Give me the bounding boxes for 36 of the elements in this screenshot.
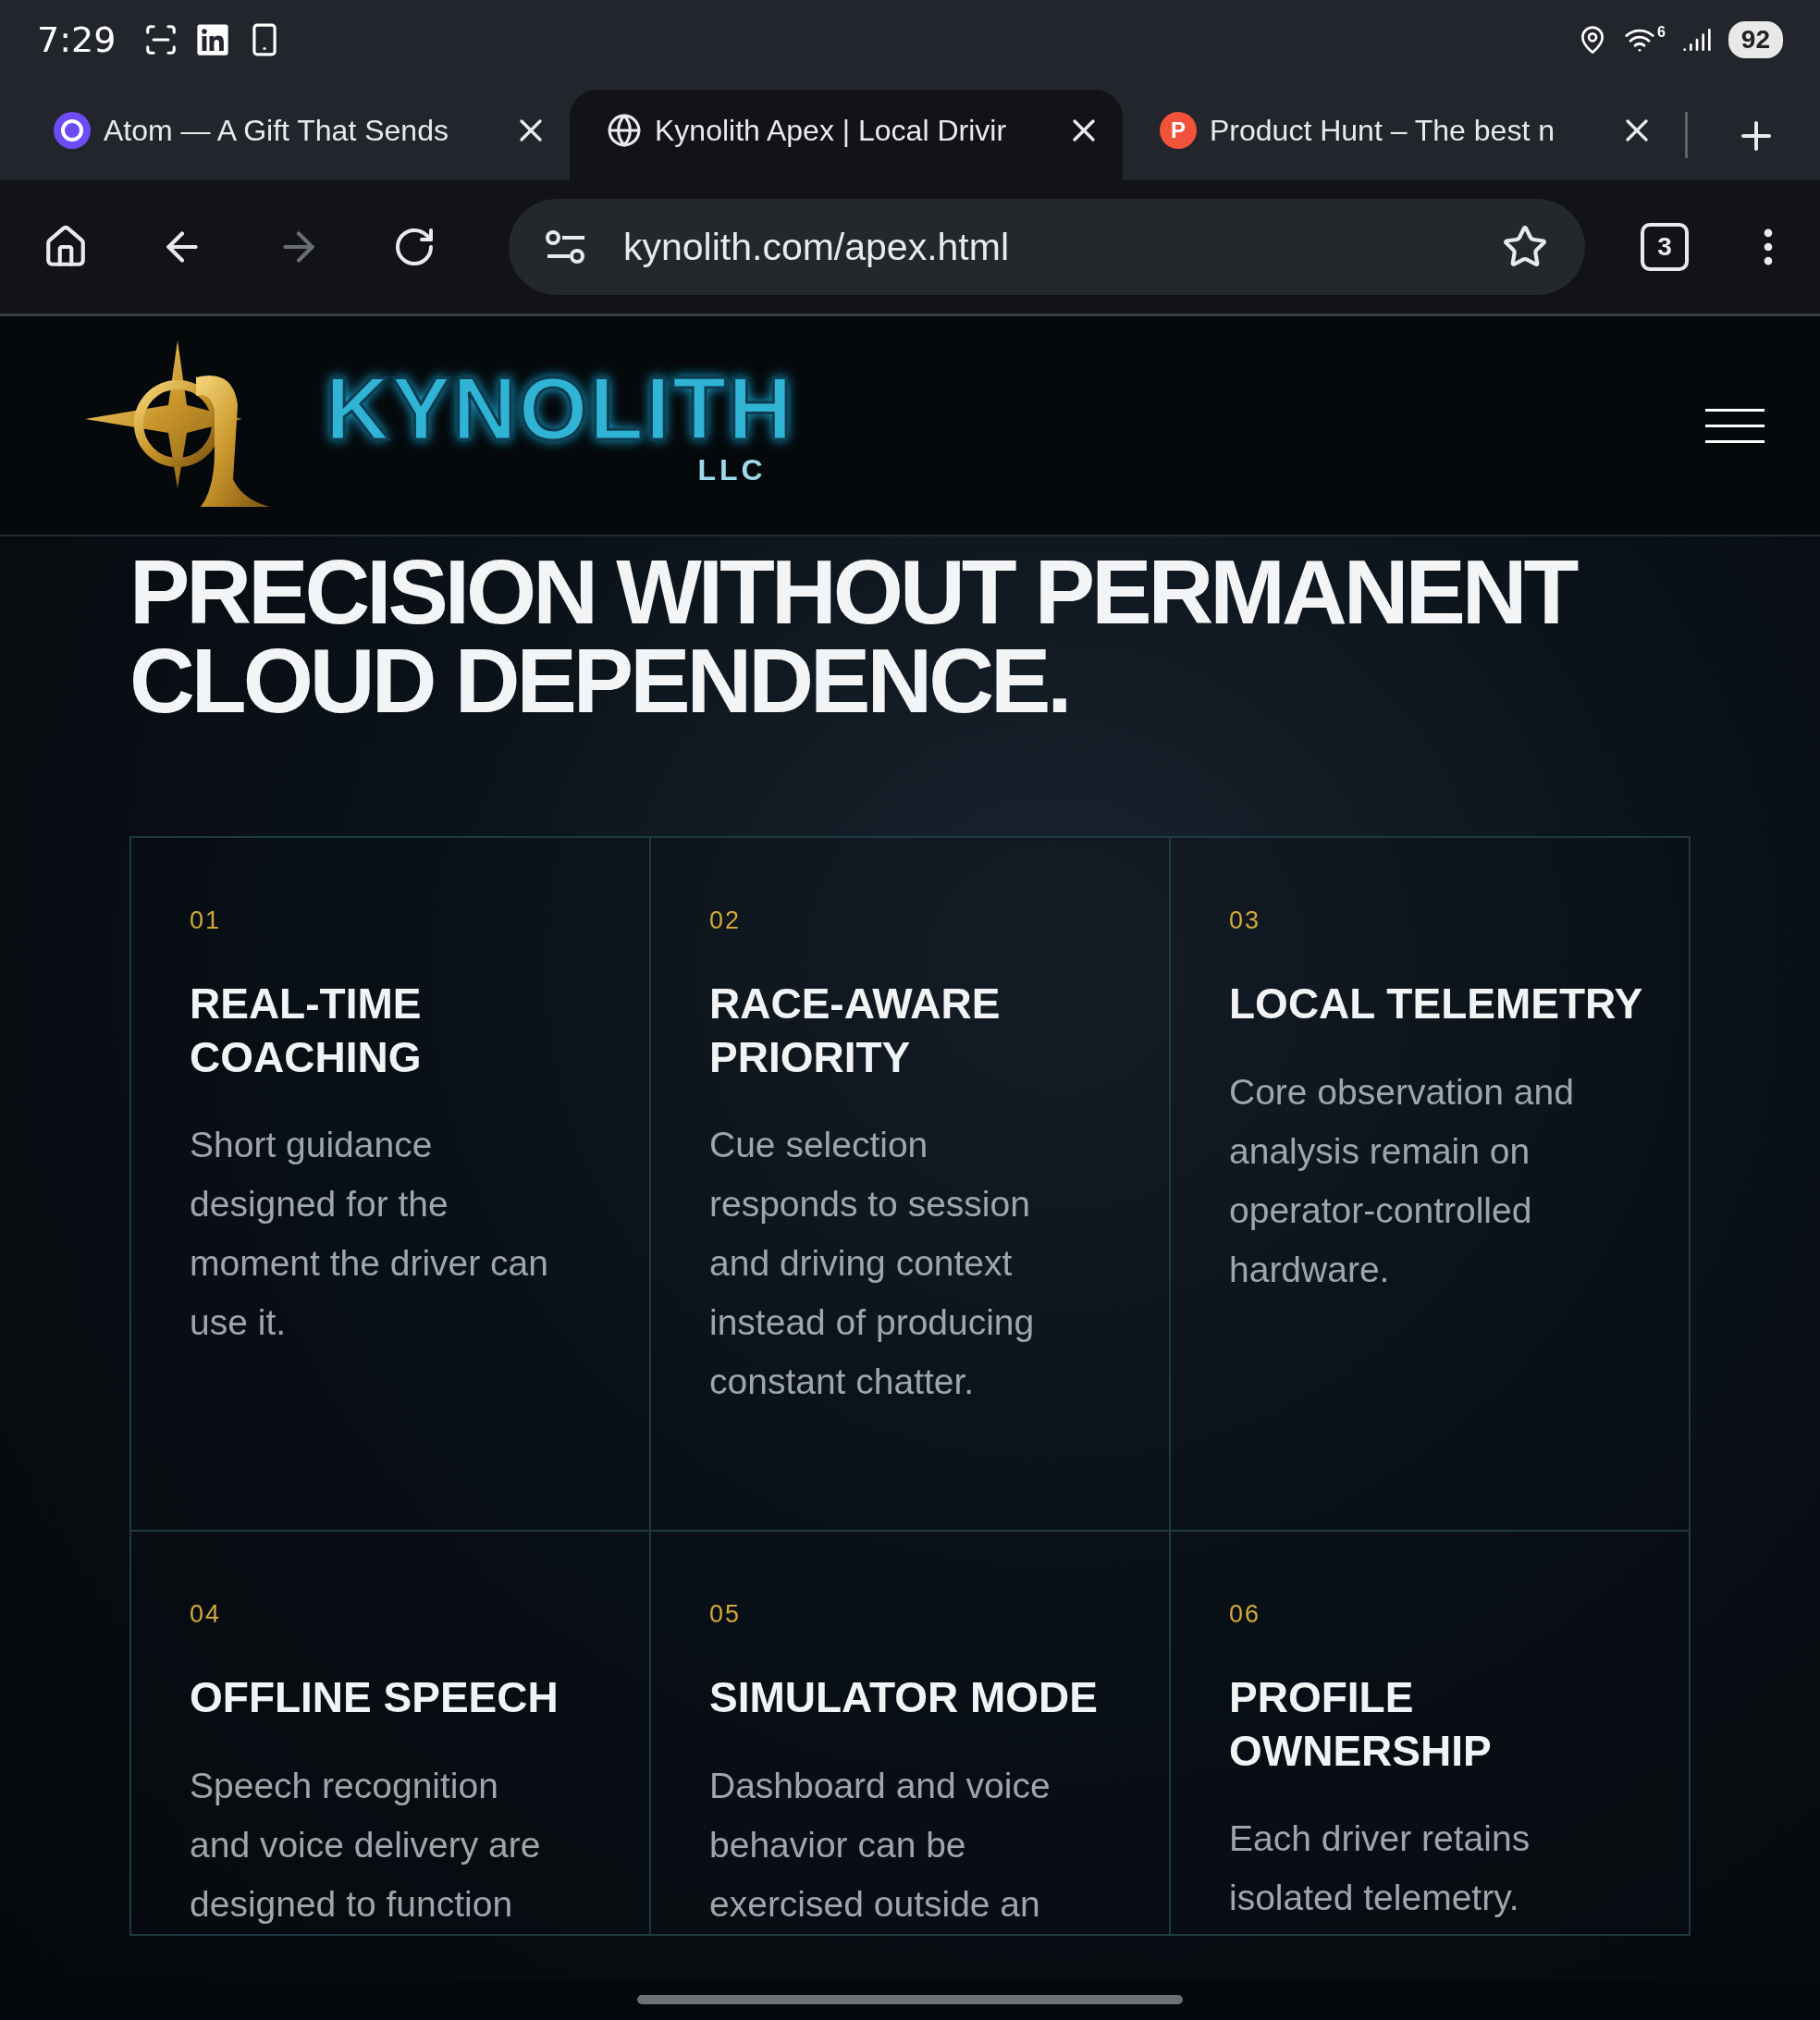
feature-number: 01 <box>190 906 223 936</box>
feature-title: PROFILE OWNERSHIP <box>1229 1672 1493 1777</box>
feature-number: 03 <box>1229 906 1262 936</box>
feature-number: 06 <box>1229 1600 1262 1630</box>
globe-icon <box>607 113 642 148</box>
feature-title: OFFLINE SPEECH <box>190 1672 560 1724</box>
feature-number: 04 <box>190 1600 223 1630</box>
page-headline: PRECISION WITHOUT PERMANENT CLOUD DEPENDENCE. <box>129 548 1577 726</box>
tab-count-button[interactable]: 3 <box>1641 223 1689 271</box>
wordmark-subtext: LLC <box>697 452 767 487</box>
browser-tab[interactable]: P Product Hunt – The best n <box>1123 90 1676 180</box>
favicon-badge: P <box>1160 112 1197 149</box>
feature-number: 05 <box>709 1600 743 1630</box>
battery-level: 92 <box>1728 20 1783 58</box>
feature-title: SIMULATOR MODE <box>709 1672 1099 1724</box>
feature-description: Cue selection responds to session and driving context instead of producing constant chatter. <box>709 1124 1036 1404</box>
status-time: 7:29 <box>37 18 117 60</box>
feature-description: Speech recognition and voice delivery are designed to function <box>190 1764 542 1926</box>
feature-description: Each driver retains isolated telemetry. <box>1229 1817 1531 1920</box>
feature-description: Dashboard and voice behavior can be exercised outside an <box>709 1764 1051 1926</box>
wifi-generation-label: 6 <box>1656 23 1666 41</box>
feature-title: REAL-TIME COACHING <box>190 979 423 1083</box>
feature-title: RACE-AWARE PRIORITY <box>709 979 1002 1083</box>
favicon-icon <box>54 112 91 149</box>
wordmark-text: KYNOLITH <box>326 363 794 453</box>
address-bar[interactable]: kynolith.com/apex.html <box>509 199 1585 295</box>
feature-description: Short guidance designed for the moment the driver can use it. <box>190 1124 549 1345</box>
linkedin-icon <box>195 21 231 57</box>
browser-tab[interactable]: Atom — A Gift That Sends <box>17 90 570 180</box>
url-text: kynolith.com/apex.html <box>623 225 1010 269</box>
browser-tab[interactable]: Kynolith Apex | Local Drivir <box>570 90 1123 180</box>
feature-title: LOCAL TELEMETRY <box>1229 979 1644 1030</box>
feature-description: Core observation and analysis remain on operator-controlled hardware. <box>1229 1070 1575 1291</box>
site-settings-icon <box>546 230 586 264</box>
feature-number: 02 <box>709 906 743 936</box>
menu-icon[interactable] <box>1705 408 1765 443</box>
